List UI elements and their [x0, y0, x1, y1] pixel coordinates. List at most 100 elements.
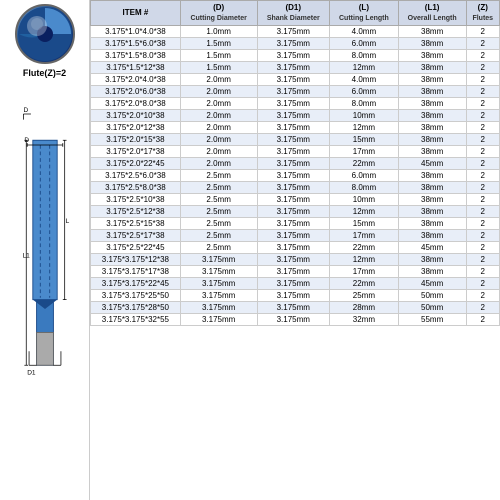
cell-l: 17mm: [330, 229, 399, 241]
cell-d1: 3.175mm: [257, 229, 330, 241]
table-row: 3.175*2.5*15*382.5mm3.175mm15mm38mm2: [91, 217, 500, 229]
table-row: 3.175*3.175*28*503.175mm3.175mm28mm50mm2: [91, 301, 500, 313]
cell-l1: 38mm: [398, 73, 466, 85]
cell-d1: 3.175mm: [257, 109, 330, 121]
cell-l1: 38mm: [398, 49, 466, 61]
l-label: (L): [359, 3, 369, 12]
cell-z: 2: [466, 217, 499, 229]
cell-d: 2.0mm: [180, 121, 257, 133]
table-row: 3.175*2.5*12*382.5mm3.175mm12mm38mm2: [91, 205, 500, 217]
cell-d: 3.175mm: [180, 289, 257, 301]
cell-d: 2.0mm: [180, 97, 257, 109]
table-row: 3.175*2.0*17*382.0mm3.175mm17mm38mm2: [91, 145, 500, 157]
table-row: 3.175*1.5*6.0*381.5mm3.175mm6.0mm38mm2: [91, 37, 500, 49]
cell-d1: 3.175mm: [257, 169, 330, 181]
cell-d1: 3.175mm: [257, 217, 330, 229]
table-row: 3.175*3.175*12*383.175mm3.175mm12mm38mm2: [91, 253, 500, 265]
cell-l: 32mm: [330, 313, 399, 325]
table-row: 3.175*2.5*10*382.5mm3.175mm10mm38mm2: [91, 193, 500, 205]
cell-item: 3.175*2.0*8.0*38: [91, 97, 181, 109]
cell-item: 3.175*2.0*10*38: [91, 109, 181, 121]
cell-l1: 38mm: [398, 25, 466, 37]
cell-d: 3.175mm: [180, 265, 257, 277]
d-label: (D): [213, 3, 224, 12]
cell-d1: 3.175mm: [257, 61, 330, 73]
table-row: 3.175*2.0*12*382.0mm3.175mm12mm38mm2: [91, 121, 500, 133]
cell-z: 2: [466, 157, 499, 169]
cell-l: 17mm: [330, 145, 399, 157]
cell-l: 15mm: [330, 133, 399, 145]
cell-d: 3.175mm: [180, 277, 257, 289]
d1-header: (D1) Shank Diameter: [257, 1, 330, 26]
cell-item: 3.175*2.5*6.0*38: [91, 169, 181, 181]
cell-l1: 38mm: [398, 253, 466, 265]
cell-d: 2.0mm: [180, 157, 257, 169]
cell-z: 2: [466, 133, 499, 145]
d1-sub: Shank Diameter: [267, 15, 320, 22]
table-row: 3.175*1.5*8.0*381.5mm3.175mm8.0mm38mm2: [91, 49, 500, 61]
l-header: (L) Cutting Length: [330, 1, 399, 26]
specifications-table: ITEM # (D) Cutting Diameter (D1) Shank D…: [90, 0, 500, 326]
cell-z: 2: [466, 265, 499, 277]
cell-l1: 38mm: [398, 121, 466, 133]
cell-l: 8.0mm: [330, 181, 399, 193]
cell-d: 2.5mm: [180, 241, 257, 253]
cell-z: 2: [466, 205, 499, 217]
cell-item: 3.175*1.5*12*38: [91, 61, 181, 73]
z-header: (Z) Flutes: [466, 1, 499, 26]
cell-d1: 3.175mm: [257, 181, 330, 193]
cell-d: 1.5mm: [180, 49, 257, 61]
cell-item: 3.175*1.0*4.0*38: [91, 25, 181, 37]
cell-z: 2: [466, 241, 499, 253]
cell-item: 3.175*2.0*4.0*38: [91, 73, 181, 85]
table-row: 3.175*2.0*8.0*382.0mm3.175mm8.0mm38mm2: [91, 97, 500, 109]
cell-l: 6.0mm: [330, 169, 399, 181]
cell-l: 4.0mm: [330, 73, 399, 85]
cell-item: 3.175*2.0*15*38: [91, 133, 181, 145]
l-sub: Cutting Length: [339, 15, 389, 22]
cell-z: 2: [466, 181, 499, 193]
table-row: 3.175*2.5*17*382.5mm3.175mm17mm38mm2: [91, 229, 500, 241]
l1-sub: Overall Length: [408, 15, 457, 22]
cell-l: 12mm: [330, 61, 399, 73]
cell-l: 22mm: [330, 241, 399, 253]
svg-text:L: L: [65, 218, 69, 225]
cell-item: 3.175*2.5*12*38: [91, 205, 181, 217]
cell-l: 6.0mm: [330, 37, 399, 49]
cell-d1: 3.175mm: [257, 253, 330, 265]
table-row: 3.175*2.0*6.0*382.0mm3.175mm6.0mm38mm2: [91, 85, 500, 97]
table-row: 3.175*3.175*25*503.175mm3.175mm25mm50mm2: [91, 289, 500, 301]
table-row: 3.175*2.5*6.0*382.5mm3.175mm6.0mm38mm2: [91, 169, 500, 181]
cell-item: 3.175*1.5*8.0*38: [91, 49, 181, 61]
cell-l1: 38mm: [398, 193, 466, 205]
cell-z: 2: [466, 85, 499, 97]
cell-z: 2: [466, 253, 499, 265]
cell-l: 15mm: [330, 217, 399, 229]
flute-label: Flute(Z)=2: [23, 68, 66, 78]
d-sub: Cutting Diameter: [190, 15, 246, 22]
cell-l: 6.0mm: [330, 85, 399, 97]
cell-item: 3.175*2.0*12*38: [91, 121, 181, 133]
item-header: ITEM #: [91, 1, 181, 26]
cell-l1: 38mm: [398, 97, 466, 109]
cell-z: 2: [466, 25, 499, 37]
cell-d: 1.5mm: [180, 61, 257, 73]
cell-l1: 50mm: [398, 301, 466, 313]
cell-item: 3.175*2.0*6.0*38: [91, 85, 181, 97]
table-body: 3.175*1.0*4.0*381.0mm3.175mm4.0mm38mm23.…: [91, 25, 500, 325]
cell-d: 1.0mm: [180, 25, 257, 37]
cell-l: 10mm: [330, 109, 399, 121]
cell-l: 8.0mm: [330, 49, 399, 61]
cell-item: 3.175*3.175*25*50: [91, 289, 181, 301]
cell-d: 2.5mm: [180, 193, 257, 205]
cell-d1: 3.175mm: [257, 157, 330, 169]
cell-l1: 55mm: [398, 313, 466, 325]
cell-item: 3.175*2.5*8.0*38: [91, 181, 181, 193]
cell-l: 28mm: [330, 301, 399, 313]
table-row: 3.175*2.0*22*452.0mm3.175mm22mm45mm2: [91, 157, 500, 169]
table-row: 3.175*2.5*22*452.5mm3.175mm22mm45mm2: [91, 241, 500, 253]
cell-l1: 38mm: [398, 217, 466, 229]
d1-label: (D1): [285, 3, 301, 12]
cell-item: 3.175*2.5*22*45: [91, 241, 181, 253]
cell-d1: 3.175mm: [257, 313, 330, 325]
